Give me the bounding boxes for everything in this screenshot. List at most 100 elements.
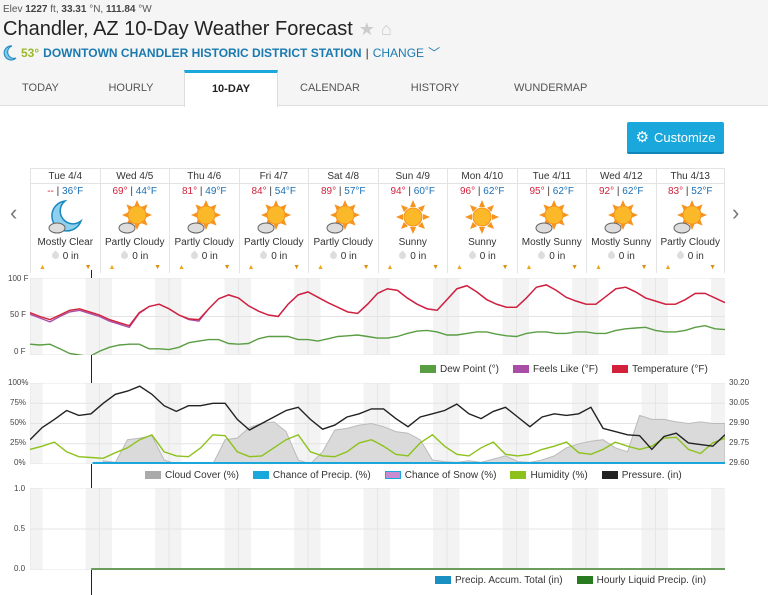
sunrise-icon: ▲ [595, 264, 602, 271]
y-tick: 100% [8, 378, 29, 387]
change-station-button[interactable]: CHANGE [373, 46, 424, 60]
partly-cloudy-icon [170, 197, 239, 237]
sunset-icon: ▼ [432, 264, 439, 271]
home-icon[interactable]: ⌂ [381, 19, 392, 40]
tab-wundermap[interactable]: WUNDERMAP [492, 70, 592, 106]
sun-icon [379, 197, 448, 237]
hi-lo-temp: 89° | 57°F [320, 186, 366, 197]
tab-hourly[interactable]: HOURLY [78, 70, 184, 106]
legend-precip-accum[interactable]: Precip. Accum. Total (in) [435, 575, 563, 586]
day-column[interactable]: Wed 4/12 92° | 62°F Mostly Sunny 0 in ▲ ▼ [586, 169, 656, 273]
sunrise-icon: ▲ [247, 264, 255, 271]
raindrop-icon [328, 250, 339, 261]
legend-chance-snow[interactable]: Chance of Snow (%) [384, 470, 496, 481]
condition-label: Sunny [468, 237, 497, 248]
raindrop-icon [119, 250, 130, 261]
y2-tick: 30.05 [729, 398, 750, 407]
condition-label: Partly Cloudy [313, 237, 373, 248]
legend-temperature[interactable]: Temperature (°F) [612, 364, 708, 375]
raindrop-icon [258, 250, 269, 261]
condition-label: Partly Cloudy [105, 237, 165, 248]
sunrise-icon: ▲ [178, 264, 185, 271]
legend-cloud-cover[interactable]: Cloud Cover (%) [145, 470, 239, 481]
gear-icon: ⚙ [635, 129, 650, 146]
raindrop-icon [189, 250, 200, 261]
day-column[interactable]: Thu 4/6 81° | 49°F Partly Cloudy 0 in ▲ ▼ [169, 169, 239, 273]
raindrop-icon [606, 250, 617, 261]
partly-cloudy-icon [518, 197, 587, 237]
y-tick: 50% [10, 418, 27, 427]
legend-pressure[interactable]: Pressure. (in) [601, 470, 682, 481]
legend-humidity[interactable]: Humidity (%) [510, 470, 588, 481]
raindrop-icon [467, 250, 478, 261]
precip-amount: 0 in [170, 250, 239, 262]
y2-tick: 29.90 [729, 418, 750, 427]
y-tick: 75% [10, 398, 27, 407]
y-tick: 0 F [14, 347, 26, 356]
y2-tick: 29.60 [729, 458, 750, 467]
condition-label: Mostly Clear [37, 237, 94, 248]
precip-amount: 0 in [587, 250, 656, 262]
y-tick: 0.5 [14, 524, 26, 533]
day-column[interactable]: Thu 4/13 83° | 52°F Partly Cloudy 0 in ▲ ▼ [655, 169, 725, 273]
legend-hourly-liquid[interactable]: Hourly Liquid Precip. (in) [576, 575, 706, 586]
raindrop-icon [50, 250, 61, 261]
day-column[interactable]: Fri 4/7 84° | 54°F Partly Cloudy 0 in ▲ ▼ [238, 169, 308, 273]
customize-button[interactable]: ⚙ Customize [627, 122, 724, 154]
day-name: Sun 4/9 [378, 169, 447, 184]
day-name: Mon 4/10 [448, 169, 517, 184]
precip-amount: 0 in [31, 250, 100, 262]
legend-feels-like[interactable]: Feels Like (°F) [513, 364, 598, 375]
hi-lo-temp: 96° | 62°F [459, 186, 505, 197]
station-bar: 53° DOWNTOWN CHANDLER HISTORIC DISTRICT … [3, 44, 440, 61]
prev-arrow-icon[interactable]: ‹ [10, 200, 17, 226]
sunrise-icon: ▲ [317, 264, 324, 271]
hi-lo-temp: 92° | 62°F [598, 186, 644, 197]
hi-lo-temp: 84° | 54°F [251, 186, 296, 197]
sunset-icon: ▼ [709, 264, 716, 271]
star-icon[interactable]: ★ [359, 19, 375, 40]
station-link[interactable]: DOWNTOWN CHANDLER HISTORIC DISTRICT STAT… [43, 46, 361, 60]
temperature-chart [30, 278, 725, 355]
precip-amount: 0 in [448, 250, 517, 262]
y2-tick: 30.20 [729, 378, 750, 387]
tab-calendar[interactable]: CALENDAR [278, 70, 378, 106]
sunset-icon: ▼ [154, 264, 161, 271]
chevron-down-icon[interactable]: ﹀ [428, 44, 440, 61]
day-column[interactable]: Tue 4/4 -- | 36°F Mostly Clear 0 in ▲ ▼ [30, 169, 100, 273]
sunrise-icon: ▲ [664, 264, 672, 271]
day-column[interactable]: Mon 4/10 96° | 62°F Sunny 0 in ▲ ▼ [447, 169, 517, 273]
condition-label: Partly Cloudy [660, 237, 720, 248]
hi-lo-temp: -- | 36°F [47, 186, 84, 197]
raindrop-icon [675, 250, 686, 261]
sunset-icon: ▼ [640, 264, 648, 271]
day-column[interactable]: Tue 4/11 95° | 62°F Mostly Sunny 0 in ▲ ▼ [516, 169, 587, 273]
y-tick: 0.0 [14, 564, 26, 573]
partly-cloudy-icon [657, 197, 725, 237]
next-arrow-icon[interactable]: › [732, 200, 739, 226]
tab-today[interactable]: TODAY [0, 70, 78, 106]
conditions-legend: Cloud Cover (%) Chance of Precip. (%) Ch… [145, 470, 682, 481]
moon-cloud-icon [31, 197, 100, 237]
tab-10-day[interactable]: 10-DAY [184, 70, 278, 107]
day-column[interactable]: Sun 4/9 94° | 60°F Sunny 0 in ▲ ▼ [377, 169, 448, 273]
hi-lo-temp: 83° | 52°F [667, 186, 713, 197]
y-tick: 100 F [8, 274, 29, 283]
condition-label: Partly Cloudy [244, 237, 304, 248]
raindrop-icon [536, 250, 547, 261]
day-name: Sat 4/8 [309, 169, 378, 184]
sunrise-icon: ▲ [39, 264, 46, 271]
current-temp: 53° [21, 45, 40, 60]
elevation-info: Elev 1227 ft, 33.31 °N, 111.84 °W [3, 4, 152, 15]
legend-dew-point[interactable]: Dew Point (°) [420, 364, 499, 375]
condition-label: Mostly Sunny [591, 237, 652, 248]
sunrise-icon: ▲ [386, 264, 394, 271]
precip-amount: 0 in [379, 250, 448, 262]
day-column[interactable]: Wed 4/5 69° | 44°F Partly Cloudy 0 in ▲ ▼ [99, 169, 170, 273]
legend-chance-precip[interactable]: Chance of Precip. (%) [252, 470, 371, 481]
tab-history[interactable]: HISTORY [378, 70, 492, 106]
day-column[interactable]: Sat 4/8 89° | 57°F Partly Cloudy 0 in ▲ ▼ [308, 169, 378, 273]
precip-amount: 0 in [101, 250, 170, 262]
conditions-chart [30, 383, 725, 464]
hi-lo-temp: 95° | 62°F [529, 186, 574, 197]
